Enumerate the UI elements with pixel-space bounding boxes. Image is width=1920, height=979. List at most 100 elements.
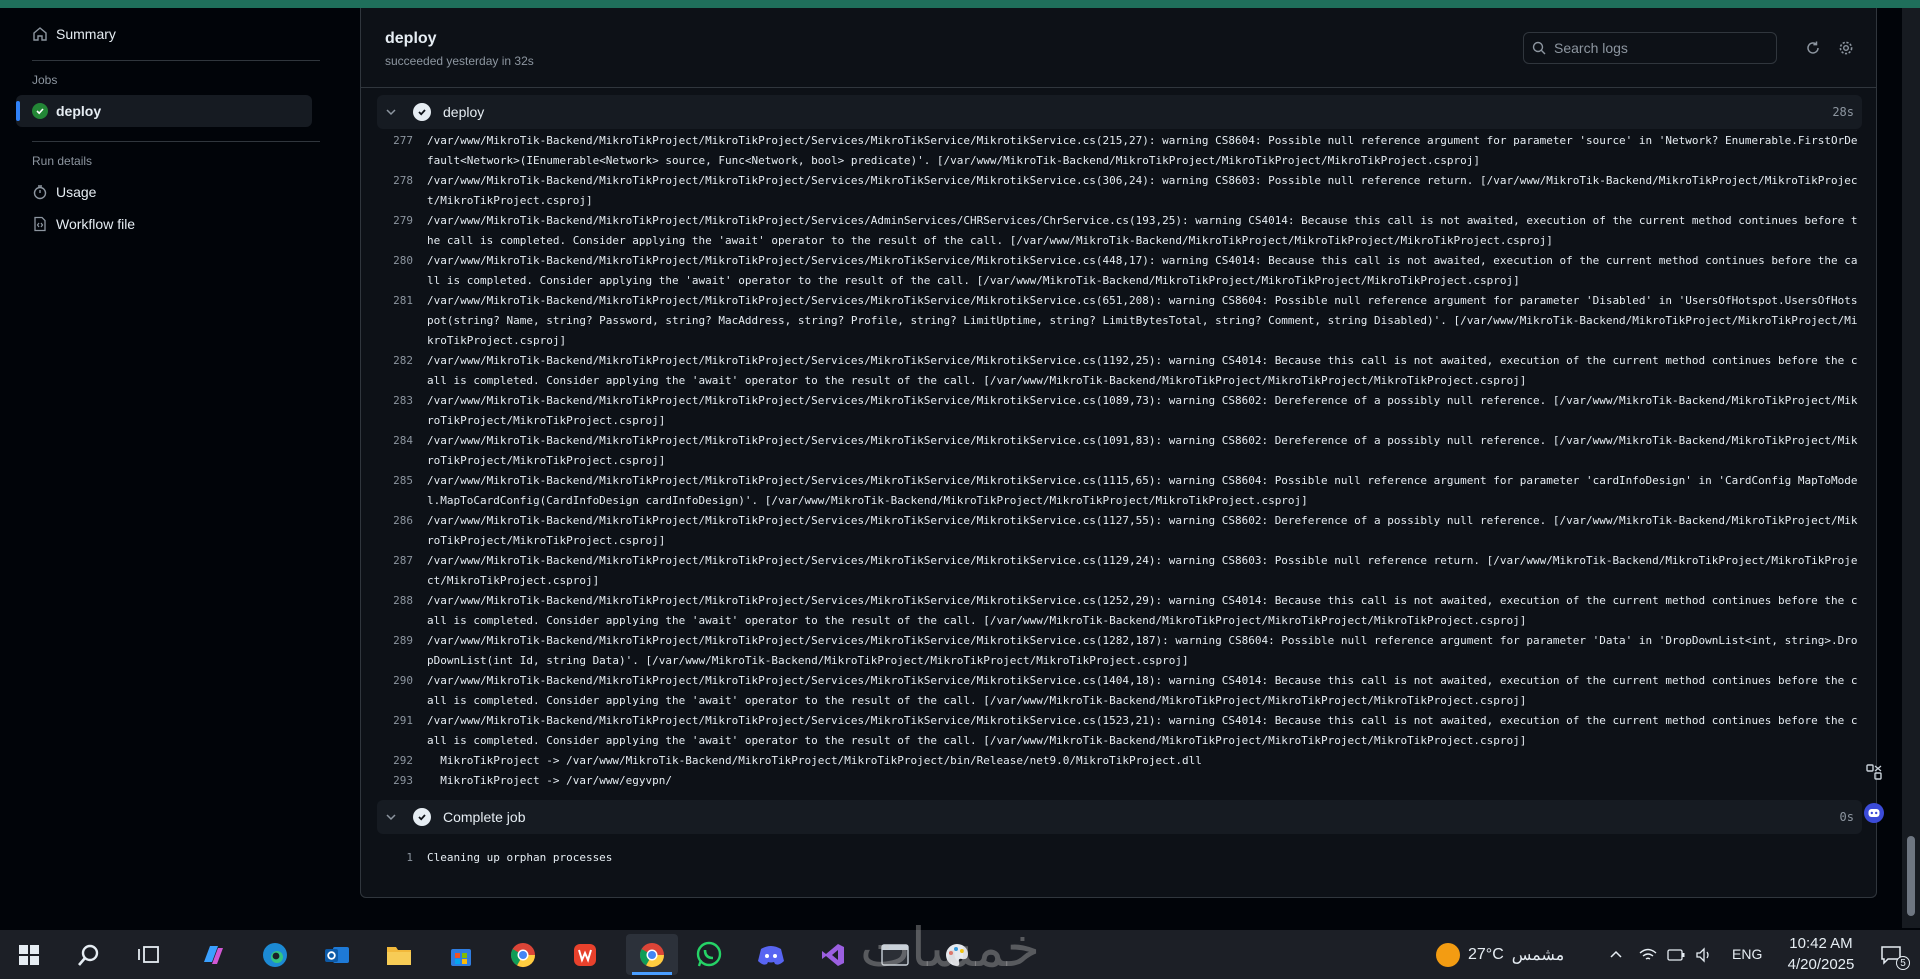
sidebar-item-summary[interactable]: Summary xyxy=(16,18,320,50)
input-language[interactable]: ENG xyxy=(1732,946,1762,962)
log-line-number[interactable]: 279 xyxy=(377,211,427,251)
log-line: 283/var/www/MikroTik-Backend/MikroTikPro… xyxy=(377,391,1862,431)
log-line: 1 Cleaning up orphan processes xyxy=(377,848,1862,868)
volume-control[interactable] xyxy=(1692,938,1716,972)
refresh-button[interactable] xyxy=(1801,36,1825,60)
log-line-text: /var/www/MikroTik-Backend/MikroTikProjec… xyxy=(427,174,1858,207)
show-hidden-icons-button[interactable] xyxy=(1604,938,1628,972)
log-line-text: /var/www/MikroTik-Backend/MikroTikProjec… xyxy=(427,394,1858,427)
taskbar-outlook[interactable] xyxy=(320,938,354,972)
panel-header: deploy succeeded yesterday in 32s xyxy=(361,8,1876,88)
log-line-number[interactable]: 278 xyxy=(377,171,427,211)
step-duration: 0s xyxy=(1839,810,1854,824)
log-line: 284/var/www/MikroTik-Backend/MikroTikPro… xyxy=(377,431,1862,471)
taskbar-store[interactable] xyxy=(444,938,478,972)
taskbar-search-button[interactable] xyxy=(72,938,106,972)
log-line: 282/var/www/MikroTik-Backend/MikroTikPro… xyxy=(377,351,1862,391)
chrome-icon xyxy=(639,942,664,967)
log-line-number[interactable]: 292 xyxy=(377,751,427,771)
windows-taskbar: خمسات 27°C مشمس ENG 10:42 AM 4/20/2025 5 xyxy=(0,916,1920,979)
log-line-text: /var/www/MikroTik-Backend/MikroTikProjec… xyxy=(427,594,1858,627)
chevron-down-icon xyxy=(385,106,401,118)
home-icon xyxy=(32,26,48,42)
step-duration: 28s xyxy=(1832,105,1854,119)
log-line-number[interactable]: 288 xyxy=(377,591,427,631)
taskbar-copilot[interactable] xyxy=(196,938,230,972)
notification-count-badge: 5 xyxy=(1896,956,1910,970)
taskbar-chrome-active[interactable] xyxy=(626,934,678,975)
notifications-button[interactable]: 5 xyxy=(1874,938,1910,972)
log-line: 280/var/www/MikroTik-Backend/MikroTikPro… xyxy=(377,251,1862,291)
search-logs-input[interactable] xyxy=(1554,40,1754,56)
chrome-icon xyxy=(510,943,535,968)
log-line-number[interactable]: 293 xyxy=(377,771,427,791)
extension-button[interactable] xyxy=(1862,760,1886,784)
log-line-number[interactable]: 277 xyxy=(377,131,427,171)
sidebar-item-job-deploy[interactable]: deploy xyxy=(16,95,312,127)
taskbar-visual-studio[interactable] xyxy=(816,938,850,972)
clock-date[interactable]: 4/20/2025 xyxy=(1778,956,1864,973)
weather-widget[interactable]: 27°C مشمس xyxy=(1436,938,1586,972)
network-status[interactable] xyxy=(1636,938,1660,972)
complete-job-log-output: 1 Cleaning up orphan processes xyxy=(377,848,1862,868)
log-line: 288/var/www/MikroTik-Backend/MikroTikPro… xyxy=(377,591,1862,631)
log-line-text: /var/www/MikroTik-Backend/MikroTikProjec… xyxy=(427,474,1858,507)
log-line-number[interactable]: 280 xyxy=(377,251,427,291)
sidebar-item-label: Usage xyxy=(56,184,97,200)
settings-button[interactable] xyxy=(1834,36,1858,60)
log-line: 287/var/www/MikroTik-Backend/MikroTikPro… xyxy=(377,551,1862,591)
log-line-number[interactable]: 287 xyxy=(377,551,427,591)
sidebar-item-workflow-file[interactable]: Workflow file xyxy=(16,208,320,240)
discord-icon xyxy=(758,946,784,965)
log-line-number[interactable]: 289 xyxy=(377,631,427,671)
log-line-text: /var/www/MikroTik-Backend/MikroTikProjec… xyxy=(427,714,1858,747)
log-line-number[interactable]: 285 xyxy=(377,471,427,511)
log-panel: deploy succeeded yesterday in 32s Search… xyxy=(360,8,1877,898)
battery-icon xyxy=(1667,949,1685,961)
page-scrollbar[interactable] xyxy=(1902,8,1920,928)
log-line: 279/var/www/MikroTik-Backend/MikroTikPro… xyxy=(377,211,1862,251)
step-complete-job-header[interactable]: Complete job 0s xyxy=(377,800,1862,834)
assistant-button[interactable] xyxy=(1862,801,1886,825)
log-line-number[interactable]: 284 xyxy=(377,431,427,471)
log-line-number[interactable]: 282 xyxy=(377,351,427,391)
taskbar-chrome[interactable] xyxy=(506,938,540,972)
bot-icon xyxy=(1864,803,1884,823)
step-deploy-header[interactable]: deploy 28s xyxy=(377,95,1862,129)
job-name: deploy xyxy=(56,103,102,119)
start-button[interactable] xyxy=(12,938,46,972)
sidebar-item-usage[interactable]: Usage xyxy=(16,176,320,208)
task-view-button[interactable] xyxy=(132,938,166,972)
taskbar-discord[interactable] xyxy=(754,938,788,972)
log-line-number[interactable]: 281 xyxy=(377,291,427,351)
clock-time[interactable]: 10:42 AM xyxy=(1786,935,1856,952)
taskbar-edge[interactable] xyxy=(258,938,292,972)
log-line: 285/var/www/MikroTik-Backend/MikroTikPro… xyxy=(377,471,1862,511)
check-circle-icon xyxy=(413,808,431,826)
log-line-text: /var/www/MikroTik-Backend/MikroTikProjec… xyxy=(427,634,1858,667)
scrollbar-thumb[interactable] xyxy=(1907,836,1915,916)
jobs-section-label: Jobs xyxy=(32,73,58,87)
search-logs-field[interactable] xyxy=(1523,32,1777,64)
battery-status[interactable] xyxy=(1664,938,1688,972)
log-line-number[interactable]: 286 xyxy=(377,511,427,551)
log-line-number[interactable]: 283 xyxy=(377,391,427,431)
wifi-icon xyxy=(1639,948,1657,960)
step-name: Complete job xyxy=(443,809,526,825)
taskbar-file-explorer[interactable] xyxy=(382,938,416,972)
log-line: 278/var/www/MikroTik-Backend/MikroTikPro… xyxy=(377,171,1862,211)
check-circle-icon xyxy=(413,103,431,121)
taskbar-wps[interactable] xyxy=(568,938,602,972)
log-line-number[interactable]: 1 xyxy=(377,848,427,868)
log-line-number[interactable]: 290 xyxy=(377,671,427,711)
log-line-text: /var/www/MikroTik-Backend/MikroTikProjec… xyxy=(427,354,1858,387)
taskbar-whatsapp[interactable] xyxy=(692,938,726,972)
log-line-text: /var/www/MikroTik-Backend/MikroTikProjec… xyxy=(427,554,1858,587)
windows-logo-icon xyxy=(19,945,39,965)
log-line-text: /var/www/MikroTik-Backend/MikroTikProjec… xyxy=(427,134,1858,167)
log-line-number[interactable]: 291 xyxy=(377,711,427,751)
sidebar-item-label: Summary xyxy=(56,26,116,42)
job-status-text: succeeded yesterday in 32s xyxy=(385,54,534,68)
whatsapp-icon xyxy=(696,941,722,967)
puzzle-icon xyxy=(1866,764,1882,780)
